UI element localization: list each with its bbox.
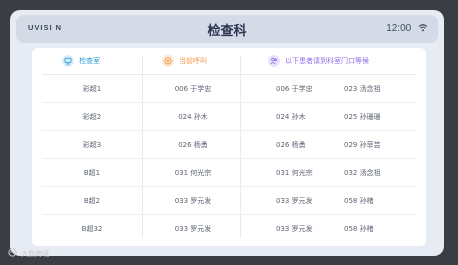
header-current: 当前呼叫 bbox=[162, 48, 207, 74]
table-row: B超1 031 何光宗 031 何光宗 032 汤念祖 bbox=[42, 160, 416, 187]
waiting-patient-cell: 033 罗元发 bbox=[276, 225, 313, 233]
waiting-patient-cell: 006 于学忠 bbox=[276, 85, 313, 93]
watermark-text: 大数跨境 bbox=[21, 250, 50, 258]
people-icon bbox=[268, 55, 280, 67]
current-call-cell: 026 杨勇 bbox=[178, 141, 208, 149]
display-screen: UVISI N 检查科 12:00 检查室 当前呼叫 以下患者请到科室门口等候 … bbox=[10, 10, 444, 256]
clock: 12:00 bbox=[386, 23, 428, 34]
waiting-patient-cell: 029 孙菲芸 bbox=[344, 141, 381, 149]
header-room: 检查室 bbox=[62, 48, 100, 74]
header-room-label: 检查室 bbox=[79, 57, 100, 65]
waiting-patient-cell: 026 杨勇 bbox=[276, 141, 306, 149]
waiting-patient-cell: 033 罗元发 bbox=[276, 197, 313, 205]
brand-logo-icon bbox=[8, 248, 17, 257]
waiting-patient-cell: 025 孙珊珊 bbox=[344, 113, 381, 121]
wifi-icon bbox=[418, 24, 428, 32]
current-call-cell: 024 孙木 bbox=[178, 113, 208, 121]
info-screen-icon bbox=[62, 55, 74, 67]
waiting-patient-cell: 023 汤念祖 bbox=[344, 85, 381, 93]
waiting-patient-cell: 032 汤念祖 bbox=[344, 169, 381, 177]
room-cell: B超32 bbox=[81, 225, 103, 233]
page-title: 检查科 bbox=[207, 24, 247, 39]
waiting-patient-cell: 058 孙楮 bbox=[344, 197, 374, 205]
table-row: 彩超1 006 于学忠 006 于学忠 023 汤念祖 bbox=[42, 76, 416, 103]
current-call-cell: 006 于学忠 bbox=[174, 85, 212, 93]
table-row: 彩超3 026 杨勇 026 杨勇 029 孙菲芸 bbox=[42, 132, 416, 159]
call-icon bbox=[162, 55, 174, 67]
queue-table: 检查室 当前呼叫 以下患者请到科室门口等候 彩超1 006 于学忠 006 于学忠 0… bbox=[32, 48, 426, 246]
current-call-cell: 033 罗元发 bbox=[174, 225, 212, 233]
current-call-cell: 033 罗元发 bbox=[174, 197, 212, 205]
table-row: B超32 033 罗元发 033 罗元发 058 孙楮 bbox=[42, 216, 416, 242]
header-waiting-label: 以下患者请到科室门口等候 bbox=[285, 57, 369, 65]
room-cell: 彩超3 bbox=[82, 141, 102, 149]
room-cell: 彩超1 bbox=[82, 85, 102, 93]
room-cell: 彩超2 bbox=[82, 113, 102, 121]
waiting-patient-cell: 024 孙木 bbox=[276, 113, 306, 121]
watermark: 大数跨境 bbox=[8, 248, 49, 259]
header-divider bbox=[42, 74, 416, 75]
header-waiting: 以下患者请到科室门口等候 bbox=[268, 48, 369, 74]
table-row: 彩超2 024 孙木 024 孙木 025 孙珊珊 bbox=[42, 104, 416, 131]
room-cell: B超2 bbox=[83, 197, 101, 205]
table-row: B超2 033 罗元发 033 罗元发 058 孙楮 bbox=[42, 188, 416, 215]
time-text: 12:00 bbox=[386, 23, 412, 34]
room-cell: B超1 bbox=[83, 169, 101, 177]
waiting-patient-cell: 058 孙楮 bbox=[344, 225, 374, 233]
waiting-patient-cell: 031 何光宗 bbox=[276, 169, 313, 177]
current-call-cell: 031 何光宗 bbox=[174, 169, 212, 177]
top-bar: UVISI N 检查科 12:00 bbox=[16, 15, 438, 43]
header-current-label: 当前呼叫 bbox=[179, 57, 207, 65]
